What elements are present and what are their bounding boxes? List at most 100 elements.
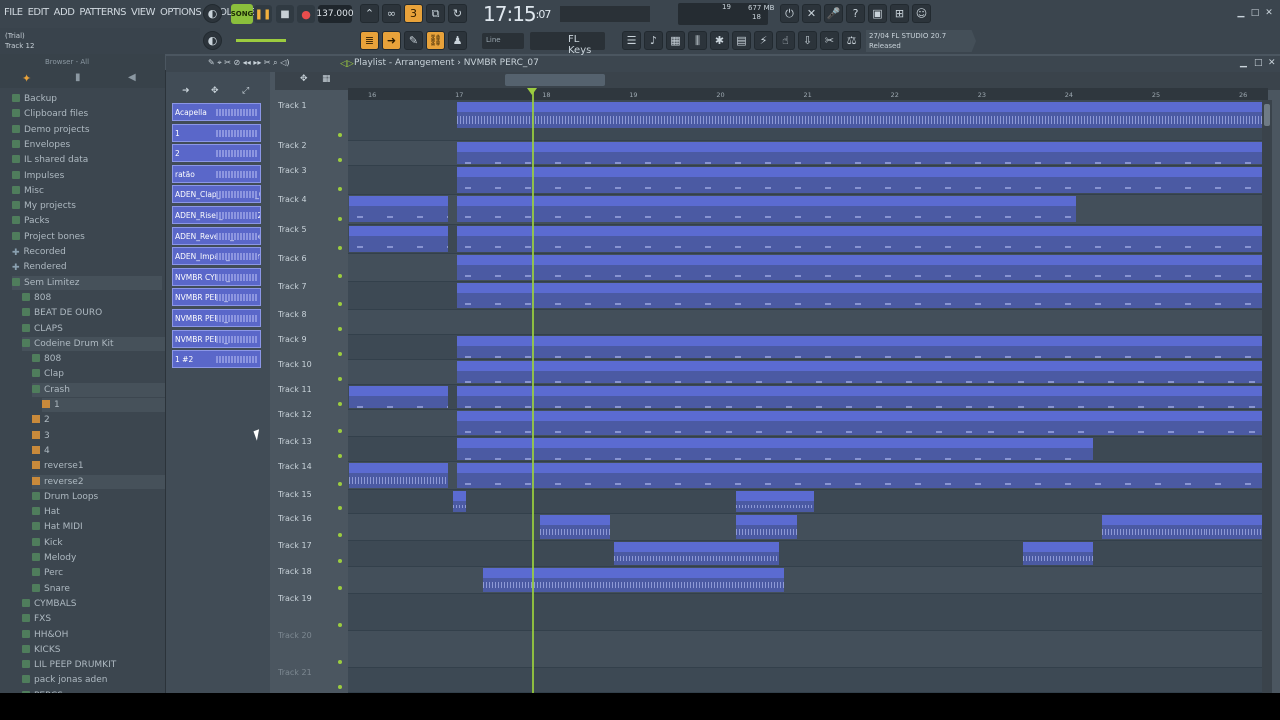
browser-item[interactable]: Kick bbox=[32, 536, 63, 550]
track-mute-icon[interactable] bbox=[338, 302, 342, 306]
playlist-clip[interactable]: Acapella bbox=[539, 515, 610, 539]
browser-item[interactable]: Hat bbox=[32, 505, 60, 519]
browser-item[interactable]: reverse1 bbox=[32, 459, 84, 473]
browser-item[interactable]: FXS bbox=[22, 612, 51, 626]
track-header[interactable]: Track 11 bbox=[272, 385, 348, 410]
browser-item[interactable]: Crash bbox=[32, 382, 182, 397]
playlist-clip[interactable]: NVMBR CLAP_03 C bbox=[979, 411, 1241, 435]
blend-icon[interactable]: ⧉ bbox=[426, 4, 445, 23]
browser-item[interactable]: Codeine Drum Kit bbox=[22, 336, 172, 351]
playlist-clip[interactable]: ADEN_Rev..lackbird bbox=[735, 491, 815, 512]
picker-clip[interactable]: NVMBR PERC_07 bbox=[172, 288, 261, 307]
menu-item[interactable]: OPTIONS bbox=[160, 7, 202, 18]
help-icon[interactable]: ? bbox=[846, 4, 865, 23]
browser-item[interactable]: Clap bbox=[32, 367, 64, 381]
playlist-clip[interactable]: NVMBR HH_07 bbox=[457, 386, 719, 408]
scale-icon[interactable]: ⚖ bbox=[842, 31, 861, 50]
playlist-clip[interactable]: A..A bbox=[1241, 361, 1262, 383]
picker-clip[interactable]: ADEN_Clap_Blackbird_01 bbox=[172, 185, 261, 204]
picker-clip[interactable]: Acapella bbox=[172, 103, 261, 121]
browser-item[interactable]: pack jonas aden bbox=[22, 673, 108, 687]
track-header[interactable]: Track 13 bbox=[272, 437, 348, 462]
track-lane[interactable] bbox=[348, 310, 1262, 335]
track-header[interactable]: Track 3 bbox=[272, 166, 348, 195]
track-lane[interactable] bbox=[348, 631, 1262, 668]
playlist-clip[interactable]: Acapella bbox=[1101, 515, 1207, 539]
track-header[interactable]: Track 1 bbox=[272, 101, 348, 141]
browser-item[interactable]: Packs bbox=[12, 214, 49, 228]
track-mute-icon[interactable] bbox=[338, 402, 342, 406]
touch-icon[interactable]: ☝ bbox=[776, 31, 795, 50]
track-header[interactable]: Track 4 bbox=[272, 195, 348, 225]
playlist-clip[interactable]: Acapella bbox=[735, 515, 797, 539]
link-icon[interactable]: ⛓ bbox=[426, 31, 445, 50]
browser-item[interactable]: Perc bbox=[32, 566, 63, 580]
browser-item[interactable]: Clipboard files bbox=[12, 107, 88, 121]
playhead[interactable] bbox=[532, 88, 534, 693]
track-mute-icon[interactable] bbox=[338, 274, 342, 278]
mixer-icon[interactable]: ⊞ bbox=[890, 4, 909, 23]
timeline-grid-icon[interactable]: ▦ bbox=[322, 74, 331, 84]
browser-back-icon[interactable]: ◀ bbox=[128, 72, 136, 83]
pattern-song-toggle[interactable]: SONG bbox=[231, 4, 253, 24]
picker-resize-icon[interactable]: ⤢ bbox=[242, 86, 249, 96]
playlist-grid[interactable]: 1 Plucked! #2 FL Keys BooBass - 70 Lead BooB… bbox=[348, 100, 1262, 693]
wait-icon[interactable]: ∞ bbox=[382, 4, 401, 23]
playlist-clip[interactable] bbox=[452, 491, 466, 512]
track-mute-icon[interactable] bbox=[338, 429, 342, 433]
track-mute-icon[interactable] bbox=[338, 454, 342, 458]
playlist-clip[interactable]: NVMBR CLAP_03 C bbox=[457, 411, 719, 435]
browser-item[interactable]: reverse2 bbox=[32, 474, 182, 489]
loop-record-icon[interactable]: ↻ bbox=[448, 4, 467, 23]
vertical-scroll-thumb[interactable] bbox=[1264, 104, 1270, 126]
close-icon[interactable]: ✕ bbox=[1264, 8, 1274, 18]
browser-item[interactable]: CYMBALS bbox=[22, 597, 76, 611]
playlist-clip[interactable]: 90 Supersaw bbox=[349, 226, 449, 252]
menu-item[interactable]: PATTERNS bbox=[79, 7, 126, 18]
browser-item[interactable]: Drum Loops bbox=[32, 490, 98, 504]
track-header[interactable]: Track 2 bbox=[272, 141, 348, 166]
menu-item[interactable]: VIEW bbox=[131, 7, 156, 18]
track-mute-icon[interactable] bbox=[338, 685, 342, 689]
browser-item[interactable]: Melody bbox=[32, 551, 76, 565]
tempo-knob[interactable]: ◐ bbox=[203, 4, 222, 23]
browser-add-icon[interactable]: ✦ bbox=[22, 72, 31, 85]
countdown-icon[interactable]: 3 bbox=[404, 4, 423, 23]
track-header[interactable]: Track 20 bbox=[272, 631, 348, 668]
browser-item[interactable]: ✚ Recorded bbox=[12, 245, 66, 259]
song-position-clock[interactable]: 17:15:07 bbox=[483, 2, 551, 26]
browser-item[interactable]: 808 bbox=[22, 291, 51, 305]
playlist-maximize-icon[interactable]: □ bbox=[1254, 58, 1263, 68]
browser-item[interactable]: Envelopes bbox=[12, 138, 70, 152]
playlist-clip[interactable]: NVMBR CLAP_03 C bbox=[718, 411, 980, 435]
track-header[interactable]: Track 14 bbox=[272, 462, 348, 490]
browser-item[interactable]: ✚ Rendered bbox=[12, 260, 67, 274]
track-mute-icon[interactable] bbox=[338, 246, 342, 250]
track-header[interactable]: Track 5 bbox=[272, 225, 348, 254]
track-mute-icon[interactable] bbox=[338, 623, 342, 627]
track-mute-icon[interactable] bbox=[338, 533, 342, 537]
playlist-clip[interactable]: FL Keys #2 - 90 Supersaw bbox=[457, 255, 1262, 280]
playlist-clip[interactable]: ADEN_Kick_Blackbird_A bbox=[457, 361, 719, 383]
playlist-clip[interactable]: FL Keys #2 - FL Keys #2 bbox=[457, 438, 1093, 460]
save-icon[interactable]: ▣ bbox=[868, 4, 887, 23]
menu-item[interactable]: FILE bbox=[4, 7, 23, 18]
track-header[interactable]: Track 6 bbox=[272, 254, 348, 282]
track-header[interactable]: Track 16 bbox=[272, 514, 348, 541]
browser-item[interactable]: Impulses bbox=[12, 169, 64, 183]
menu-item[interactable]: ADD bbox=[54, 7, 75, 18]
pencil-icon[interactable]: ✎ bbox=[404, 31, 423, 50]
channel-rack-icon[interactable]: ▦ bbox=[666, 31, 685, 50]
track-mute-icon[interactable] bbox=[338, 133, 342, 137]
browser-item[interactable]: HH&OH bbox=[22, 628, 68, 642]
browser-file-icon[interactable]: ▮ bbox=[75, 72, 81, 83]
track-mute-icon[interactable] bbox=[338, 482, 342, 486]
piano-roll-icon[interactable]: ♪ bbox=[644, 31, 663, 50]
playlist-clip[interactable]: NVMBR HH_07 bbox=[979, 386, 1241, 408]
playlist-clip[interactable]: 90 Supersaw bbox=[457, 226, 1262, 252]
track-mute-icon[interactable] bbox=[338, 586, 342, 590]
track-mute-icon[interactable] bbox=[338, 660, 342, 664]
track-mute-icon[interactable] bbox=[338, 217, 342, 221]
step-edit-icon[interactable]: ≣ bbox=[360, 31, 379, 50]
playlist-clip[interactable]: Plucked! bbox=[457, 336, 1262, 358]
